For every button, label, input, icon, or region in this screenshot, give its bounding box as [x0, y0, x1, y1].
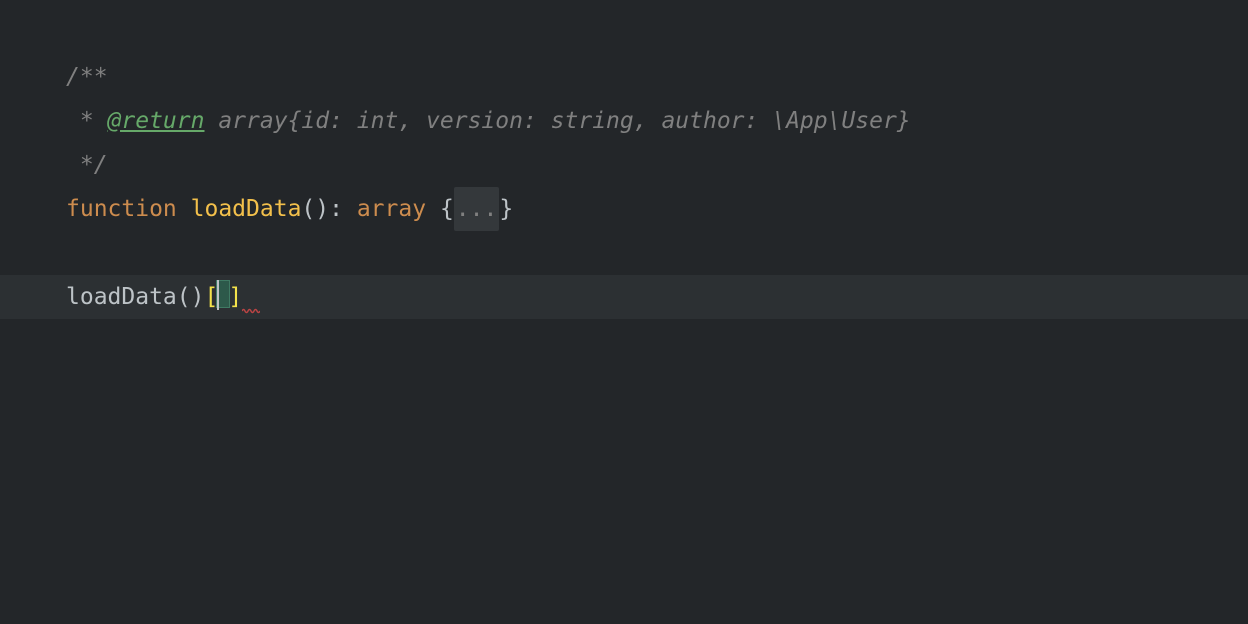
space: [177, 196, 191, 222]
doc-prefix: *: [66, 108, 108, 134]
code-line[interactable]: /**: [0, 55, 1248, 99]
call-parens: (): [177, 284, 205, 310]
code-line[interactable]: */: [0, 143, 1248, 187]
call-name: loadData: [66, 284, 177, 310]
current-line[interactable]: loadData()[]: [0, 275, 1248, 319]
function-name: loadData: [191, 196, 302, 222]
doc-open: /**: [66, 64, 108, 90]
blank-line[interactable]: [0, 231, 1248, 275]
fold-ellipsis-icon[interactable]: ...: [454, 187, 500, 231]
code-line[interactable]: * @return array{id: int, version: string…: [0, 99, 1248, 143]
text-cursor: [216, 280, 230, 308]
brace-close: }: [499, 196, 513, 222]
colon: :: [329, 196, 357, 222]
code-editor[interactable]: /** * @return array{id: int, version: st…: [0, 0, 1248, 624]
bracket-close: ]: [228, 284, 242, 310]
code-line[interactable]: function loadData(): array {...}: [0, 187, 1248, 231]
doc-tag-return: @return: [108, 108, 205, 134]
brace-open: {: [440, 196, 454, 222]
keyword-function: function: [66, 196, 177, 222]
doc-body: array{id: int, version: string, author: …: [204, 108, 910, 134]
parens: (): [301, 196, 329, 222]
doc-close: */: [66, 152, 108, 178]
return-type: array: [357, 196, 426, 222]
error-squiggle-icon: [242, 308, 260, 314]
space: [426, 196, 440, 222]
